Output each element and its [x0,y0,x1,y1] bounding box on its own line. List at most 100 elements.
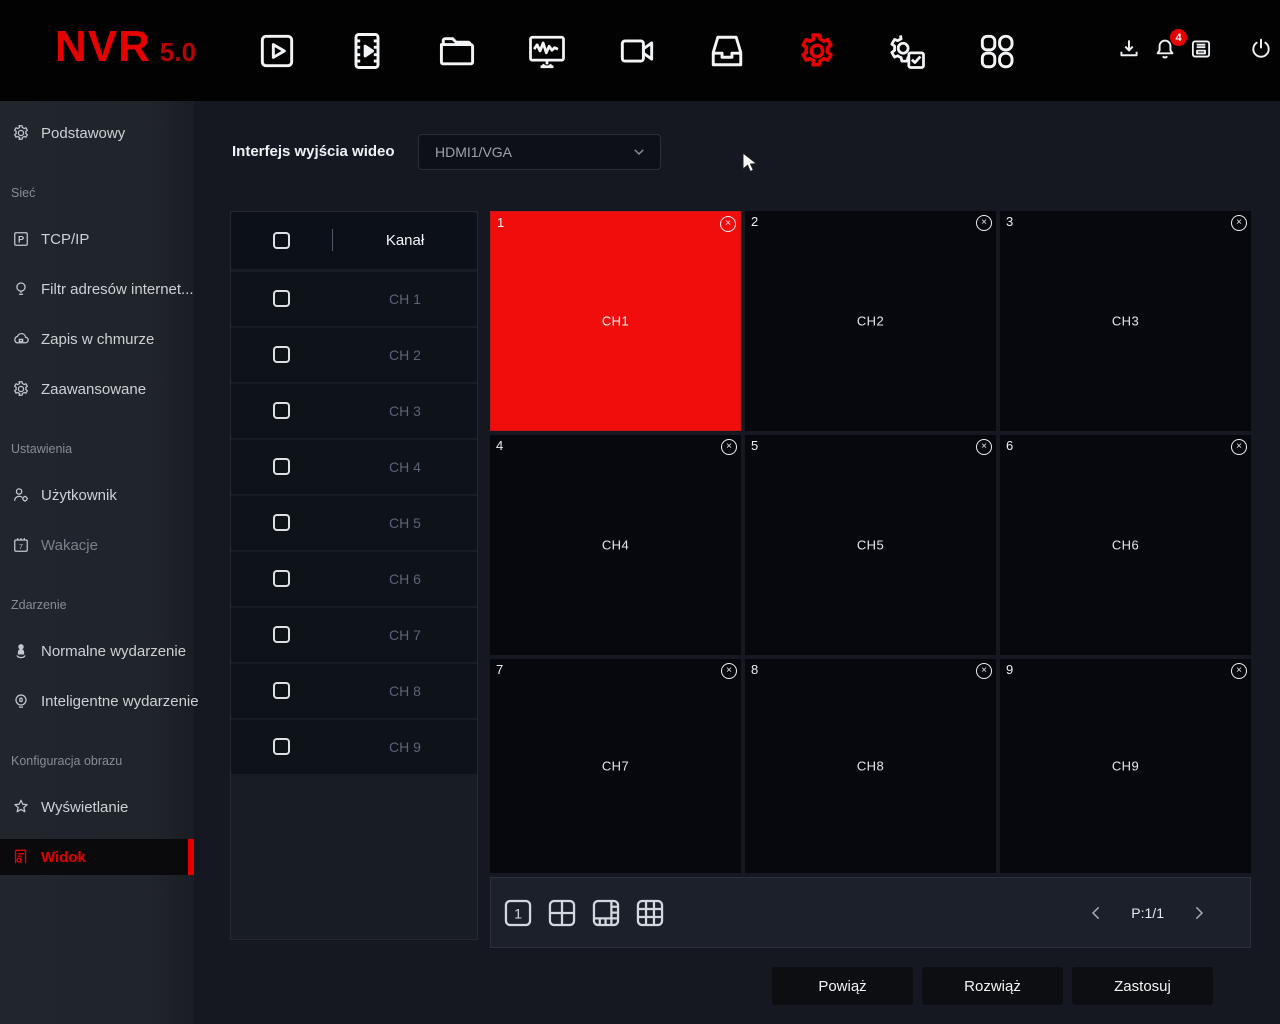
camera-icon[interactable] [615,29,659,73]
close-icon[interactable]: × [721,663,737,679]
power-icon[interactable] [1248,36,1274,62]
bind-button[interactable]: Powiąż [772,967,913,1005]
sidebar-item-tcpip[interactable]: P TCP/IP [0,221,194,257]
channel-column-title: Kanał [385,232,425,249]
bulb-icon [16,282,26,295]
apply-button[interactable]: Zastosuj [1072,967,1213,1005]
row-checkbox[interactable] [273,682,290,699]
grid-toolbar: 1 P:1/1 [490,877,1251,948]
layout-9-icon[interactable] [633,896,667,930]
close-icon[interactable]: × [1231,439,1247,455]
grid-cell-5[interactable]: 5 × CH5 [745,435,996,655]
next-page-icon[interactable] [1190,904,1208,922]
sidebar-section-siec: Sieć [11,186,36,200]
unbind-button[interactable]: Rozwiąż [922,967,1063,1005]
svg-text:P: P [18,234,24,244]
apps-icon[interactable] [975,29,1019,73]
row-checkbox[interactable] [273,402,290,419]
gear-advanced-icon [13,381,29,396]
sidebar-item-widok[interactable]: Widok [0,839,194,875]
sidebar-section-ustawienia: Ustawienia [11,442,73,456]
header-divider [332,229,333,251]
live-view-icon[interactable] [255,29,299,73]
row-checkbox[interactable] [273,514,290,531]
mouse-cursor [742,152,758,173]
chevron-down-icon [634,149,644,156]
layout-4-icon[interactable] [545,896,579,930]
calendar-icon: 7 [14,538,28,552]
file-management-icon[interactable] [435,29,479,73]
row-checkbox[interactable] [273,346,290,363]
person-icon [16,644,26,659]
close-icon[interactable]: × [721,439,737,455]
grid-cell-7[interactable]: 7 × CH7 [490,659,741,873]
layout-switcher: 1 [501,878,667,947]
top-bar: NVR 5.0 4 [0,0,1280,101]
row-checkbox[interactable] [273,738,290,755]
version-text: 5.0 [159,37,197,67]
sidebar-section-konfiguracja-obrazu: Konfiguracja obrazu [11,754,123,768]
close-icon[interactable]: × [1231,215,1247,231]
sidebar-item-inteligentne-wydarzenie[interactable]: Inteligentne wydarzenie [0,683,199,719]
dropdown-value: HDMI1/VGA [435,144,513,160]
row-checkbox[interactable] [273,290,290,307]
settings-icon[interactable] [795,29,839,73]
channel-row-3[interactable]: CH 3 [231,384,477,438]
layout-1-icon[interactable]: 1 [501,896,535,930]
channel-row-6[interactable]: CH 6 [231,552,477,606]
close-icon[interactable]: × [1231,663,1247,679]
channel-row-7[interactable]: CH 7 [231,608,477,662]
sidebar-item-filtr-adresow[interactable]: Filtr adresów internet... [0,271,194,307]
alarm-bell-icon[interactable]: 4 [1152,29,1187,62]
maintenance-icon[interactable] [885,29,929,73]
channel-row-9[interactable]: CH 9 [231,720,477,774]
row-checkbox[interactable] [273,570,290,587]
sidebar-item-zapis-w-chmurze[interactable]: Zapis w chmurze [0,321,194,357]
channel-row-8[interactable]: CH 8 [231,664,477,718]
system-status-icon[interactable] [525,29,569,73]
select-all-checkbox[interactable] [273,232,290,249]
close-icon[interactable]: × [720,216,736,232]
log-archive-icon[interactable] [1188,36,1214,62]
sidebar-item-uzytkownik[interactable]: Użytkownik [0,477,194,513]
channel-row-2[interactable]: CH 2 [231,328,477,382]
sidebar-item-podstawowy[interactable]: Podstawowy [0,115,194,151]
channel-row-5[interactable]: CH 5 [231,496,477,550]
close-icon[interactable]: × [976,439,992,455]
row-checkbox[interactable] [273,458,290,475]
video-output-dropdown[interactable]: HDMI1/VGA [418,134,661,170]
p-square-icon: P [14,232,28,246]
grid-cell-3[interactable]: 3 × CH3 [1000,211,1251,431]
sidebar-section-zdarzenie: Zdarzenie [11,598,67,612]
smart-event-icon [15,694,27,708]
app-logo: NVR 5.0 [55,22,196,72]
status-nav: 4 [1116,29,1274,62]
user-gear-icon [13,488,28,502]
playback-icon[interactable] [345,29,389,73]
prev-page-icon[interactable] [1087,904,1105,922]
row-checkbox[interactable] [273,626,290,643]
grid-cell-2[interactable]: 2 × CH2 [745,211,996,431]
video-grid: 1 × CH1 2 × CH2 3 × CH3 4 × CH4 5 × CH5 6 × CH6 7 × CH… [490,211,1251,873]
grid-cell-9[interactable]: 9 × CH9 [1000,659,1251,873]
page-indicator: P:1/1 [1131,904,1164,921]
sidebar-item-wyswietlanie[interactable]: Wyświetlanie [0,789,194,825]
grid-cell-8[interactable]: 8 × CH8 [745,659,996,873]
close-icon[interactable]: × [976,215,992,231]
layout-1plus-icon[interactable] [589,896,623,930]
grid-cell-1[interactable]: 1 × CH1 [490,211,741,431]
sidebar-item-zaawansowane[interactable]: Zaawansowane [0,371,194,407]
svg-text:1: 1 [514,906,522,922]
storage-icon[interactable] [705,29,749,73]
grid-cell-4[interactable]: 4 × CH4 [490,435,741,655]
sidebar-item-normalne-wydarzenie[interactable]: Normalne wydarzenie [0,633,194,669]
cloud-icon [14,332,29,344]
channel-row-4[interactable]: CH 4 [231,440,477,494]
channel-table-panel: Kanał CH 1 CH 2 CH 3 CH 4 CH 5 CH 6 CH 7… [230,211,478,940]
grid-cell-6[interactable]: 6 × CH6 [1000,435,1251,655]
close-icon[interactable]: × [976,663,992,679]
sidebar-item-wakacje[interactable]: 7 Wakacje [0,527,194,563]
main-nav [255,29,1019,73]
channel-row-1[interactable]: CH 1 [231,272,477,326]
export-download-icon[interactable] [1116,36,1142,62]
